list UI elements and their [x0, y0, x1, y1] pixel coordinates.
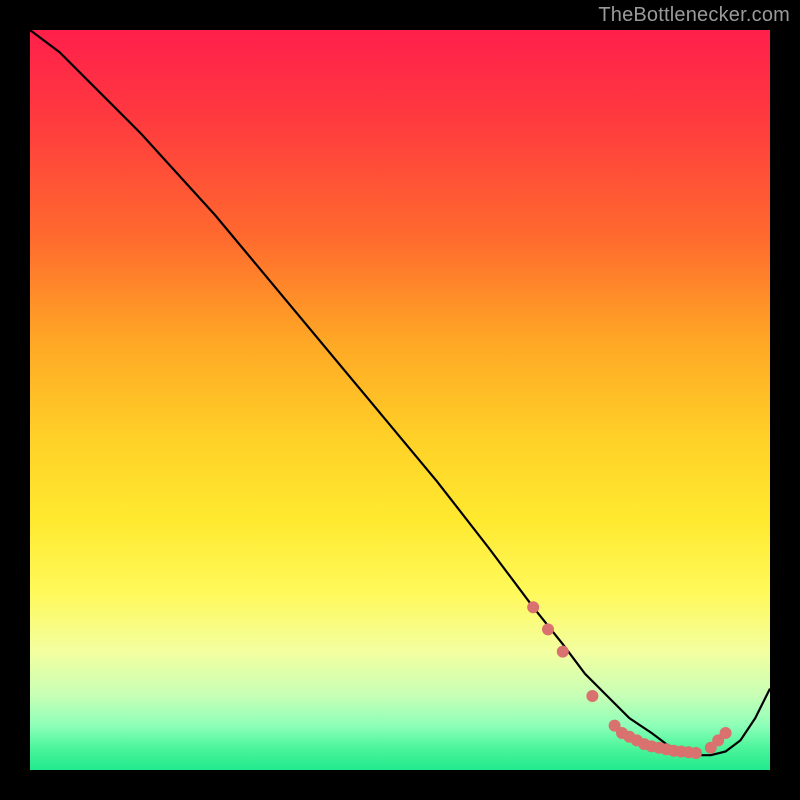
data-marker — [690, 747, 702, 759]
attribution-text: TheBottlenecker.com — [598, 4, 790, 27]
data-marker — [557, 646, 569, 658]
curve-line — [30, 30, 770, 755]
chart-frame: TheBottlenecker.com — [0, 0, 800, 800]
marker-group — [527, 601, 731, 759]
data-marker — [542, 623, 554, 635]
data-marker — [527, 601, 539, 613]
data-marker — [720, 727, 732, 739]
chart-svg — [30, 30, 770, 770]
data-marker — [586, 690, 598, 702]
